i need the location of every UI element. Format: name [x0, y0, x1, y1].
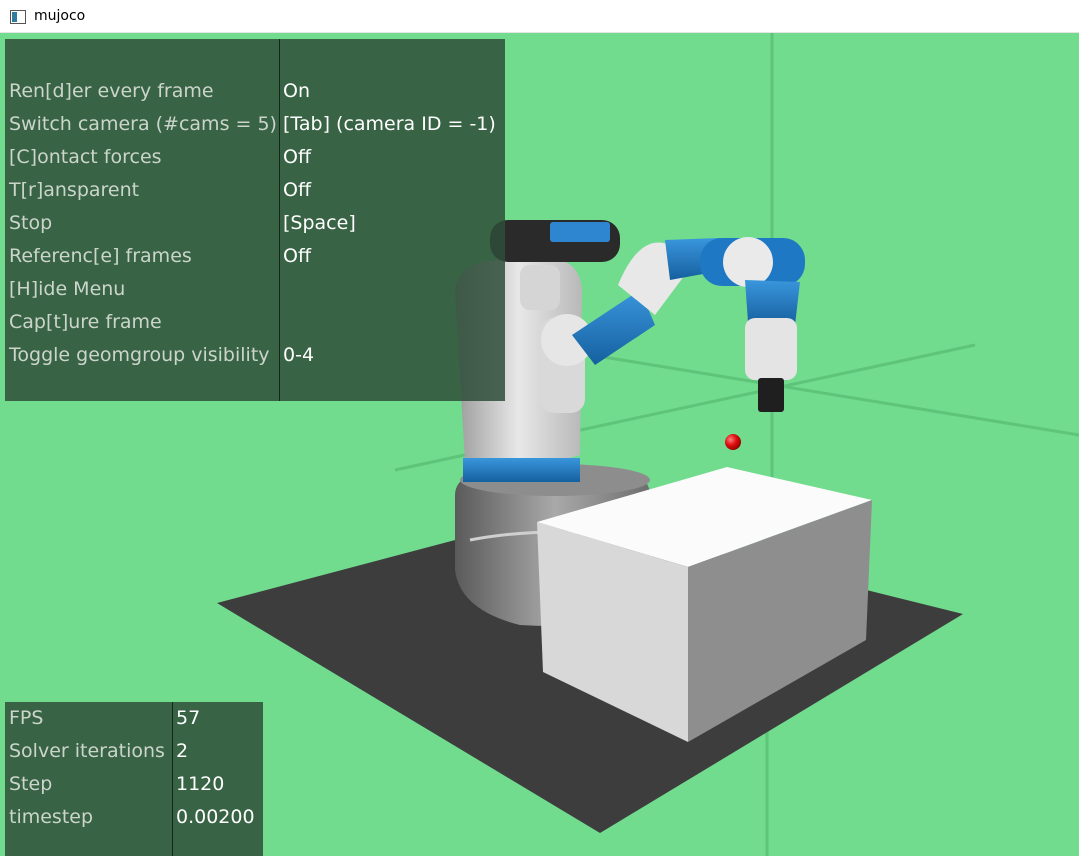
- title-bar: mujoco: [0, 0, 1079, 33]
- menu-row-value: [Tab] (camera ID = -1): [283, 113, 496, 135]
- menu-row-value: Off: [283, 245, 312, 267]
- window-title: mujoco: [34, 8, 86, 24]
- stat-row-value: 57: [176, 707, 201, 729]
- menu-panel: Ren[d]er every frame On Switch camera (#ca…: [5, 39, 505, 401]
- menu-row-label: [C]ontact forces: [9, 146, 162, 168]
- robot-arm: [540, 237, 805, 413]
- stat-row-label: timestep: [9, 806, 94, 828]
- menu-row-label: T[r]ansparent: [9, 179, 140, 201]
- stat-row-label: Step: [9, 773, 53, 795]
- 3d-viewport[interactable]: Ren[d]er every frame On Switch camera (#ca…: [0, 33, 1079, 856]
- stat-row-label: FPS: [9, 707, 44, 729]
- stat-row-label: Solver iterations: [9, 740, 165, 762]
- menu-row-label: Toggle geomgroup visibility: [9, 344, 270, 366]
- stat-row-value: 2: [176, 740, 189, 762]
- menu-row-label: [H]ide Menu: [9, 278, 126, 300]
- window-icon: [10, 9, 26, 24]
- stat-row-value: 1120: [176, 773, 225, 795]
- menu-row-value: 0-4: [283, 344, 315, 366]
- menu-row-label: Cap[t]ure frame: [9, 311, 162, 333]
- menu-row-value: [Space]: [283, 212, 356, 234]
- menu-row-value: On: [283, 80, 310, 102]
- target-sphere: [725, 434, 741, 450]
- menu-row-label: Stop: [9, 212, 53, 234]
- menu-row-value: Off: [283, 179, 312, 201]
- menu-row-value: Off: [283, 146, 312, 168]
- menu-row-label: Switch camera (#cams = 5): [9, 113, 277, 135]
- stat-row-value: 0.00200: [176, 806, 255, 828]
- menu-row-label: Ren[d]er every frame: [9, 80, 214, 102]
- menu-row-label: Referenc[e] frames: [9, 245, 192, 267]
- stats-panel: FPS 57 Solver iterations 2 Step 1120 timestep 0…: [5, 702, 263, 856]
